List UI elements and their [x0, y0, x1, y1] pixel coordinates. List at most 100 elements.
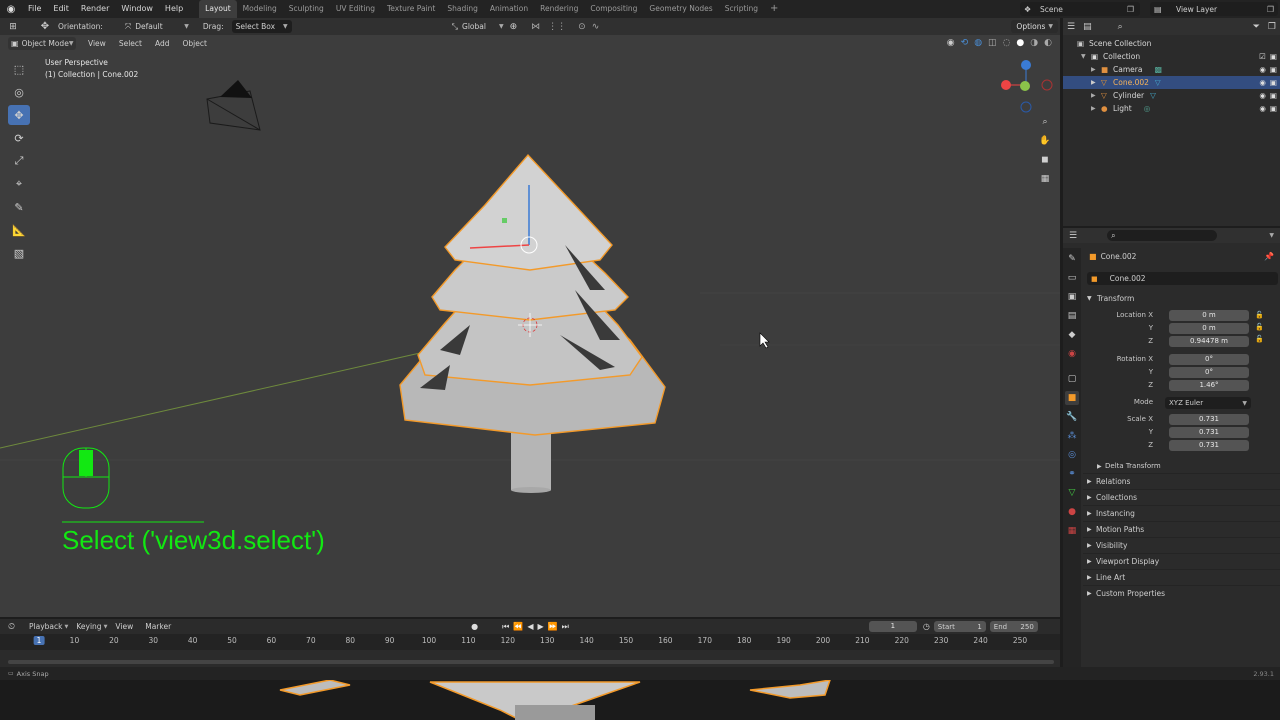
properties-section-header[interactable]: ▶ Viewport Display — [1083, 553, 1280, 569]
properties-section-header[interactable]: ▶ Collections — [1083, 489, 1280, 505]
camera-restrict-icon[interactable]: ▣ — [1270, 104, 1277, 113]
tab-geometry-nodes[interactable]: Geometry Nodes — [643, 0, 718, 18]
falloff-icon[interactable]: ∿ — [592, 22, 600, 32]
editor-type-icon[interactable]: ⊞ — [4, 22, 22, 32]
editor-type-icon[interactable]: ☰ — [1067, 22, 1075, 32]
select-box-tool-icon[interactable]: ⬚ — [8, 59, 30, 79]
pivot-icon[interactable]: ⊕ — [510, 22, 518, 32]
editor-type-icon[interactable]: ☰ — [1069, 231, 1077, 241]
tab-animation[interactable]: Animation — [484, 0, 534, 18]
drag-dropdown[interactable]: Select Box ▼ — [231, 20, 292, 33]
lock-icon[interactable]: 🔓 — [1255, 311, 1264, 319]
tab-shading[interactable]: Shading — [441, 0, 483, 18]
clock-icon[interactable]: ◷ — [923, 622, 930, 631]
outliner-collection[interactable]: ▼ ▣ Collection ☑ ▣ — [1063, 50, 1280, 63]
texture-tab-icon[interactable]: ▦ — [1065, 524, 1079, 538]
current-frame-marker[interactable]: 1 — [33, 636, 45, 645]
view-layer-tab-icon[interactable]: ▤ — [1065, 309, 1079, 323]
object-mode-dropdown[interactable]: ▣ Object Mode ▼ — [8, 36, 76, 50]
outliner-item-cylinder[interactable]: ▶ ▽ Cylinder ▽ ◉ ▣ — [1063, 89, 1280, 102]
add-cube-tool-icon[interactable]: ▧ — [8, 243, 30, 263]
eye-icon[interactable]: ◉ — [1259, 65, 1266, 74]
view-layer-selector[interactable]: ▤ View Layer ❐ — [1150, 2, 1278, 16]
prev-keyframe-icon[interactable]: ⏪ — [513, 622, 523, 631]
chevron-right-icon[interactable]: ▶ — [1091, 66, 1101, 73]
menu-help[interactable]: Help — [159, 0, 189, 18]
tab-rendering[interactable]: Rendering — [534, 0, 584, 18]
tab-texture-paint[interactable]: Texture Paint — [381, 0, 441, 18]
camera-restrict-icon[interactable]: ▣ — [1270, 52, 1277, 61]
xray-icon[interactable]: ◫ — [988, 38, 997, 48]
tool-tab-icon[interactable]: ✎ — [1065, 252, 1079, 266]
rotation-y-field[interactable]: 0° — [1169, 367, 1249, 378]
viewport-menu-view[interactable]: View — [88, 39, 106, 48]
visibility-filter-icon[interactable]: ◉ — [947, 38, 955, 48]
menu-edit[interactable]: Edit — [47, 0, 75, 18]
options-dropdown[interactable]: Options ▼ — [1011, 20, 1058, 33]
display-mode-icon[interactable]: ▤ — [1083, 22, 1092, 32]
location-z-field[interactable]: 0.94478 m — [1169, 336, 1249, 347]
chevron-down-icon[interactable]: ▼ — [1269, 232, 1274, 239]
editor-type-icon[interactable]: ⏲ — [8, 622, 15, 632]
eye-icon[interactable]: ◉ — [1259, 104, 1266, 113]
object-datablock-field[interactable]: ■ Cone.002 — [1087, 272, 1278, 285]
constraints-tab-icon[interactable]: ⚭ — [1065, 467, 1079, 481]
material-shading-icon[interactable]: ◑ — [1030, 38, 1038, 48]
chevron-right-icon[interactable]: ▶ — [1091, 92, 1101, 99]
location-y-field[interactable]: 0 m — [1169, 323, 1249, 334]
outliner-item-light[interactable]: ▶ ● Light ◎ ◉ ▣ — [1063, 102, 1280, 115]
timeline-menu-marker[interactable]: Marker — [145, 622, 171, 631]
snap-target-icon[interactable]: ⋮⋮ — [548, 22, 566, 32]
timeline-scrollbar[interactable] — [8, 660, 1054, 664]
properties-section-header[interactable]: ▶ Custom Properties — [1083, 585, 1280, 601]
tab-scripting[interactable]: Scripting — [719, 0, 764, 18]
chevron-right-icon[interactable]: ▶ — [1091, 79, 1101, 86]
properties-section-header[interactable]: ▶ Relations — [1083, 473, 1280, 489]
timeline-menu-keying[interactable]: Keying — [76, 622, 101, 631]
pan-hand-icon[interactable]: ✋ — [1038, 134, 1052, 148]
play-icon[interactable]: ▶ — [537, 622, 543, 631]
tab-layout[interactable]: Layout — [199, 0, 237, 18]
viewport-menu-select[interactable]: Select — [119, 39, 142, 48]
lock-icon[interactable]: 🔓 — [1255, 335, 1264, 343]
viewport-menu-object[interactable]: Object — [182, 39, 206, 48]
render-tab-icon[interactable]: ▭ — [1065, 271, 1079, 285]
tab-modeling[interactable]: Modeling — [237, 0, 283, 18]
scale-z-field[interactable]: 0.731 — [1169, 440, 1249, 451]
measure-tool-icon[interactable]: 📐 — [8, 220, 30, 240]
scale-y-field[interactable]: 0.731 — [1169, 427, 1249, 438]
end-frame-field[interactable]: End 250 — [989, 621, 1038, 632]
current-frame-field[interactable]: 1 — [868, 621, 917, 632]
data-tab-icon[interactable]: ▽ — [1065, 486, 1079, 500]
proportional-edit-icon[interactable]: ⊙ — [578, 22, 586, 32]
timeline-ruler[interactable]: 1 10 20 30 40 50 60 70 80 90 100 110 120 130 140 150 160… — [0, 634, 1060, 650]
scale-tool-icon[interactable]: ⤢ — [8, 151, 30, 171]
physics-tab-icon[interactable]: ◎ — [1065, 448, 1079, 462]
menu-file[interactable]: File — [22, 0, 47, 18]
particles-tab-icon[interactable]: ⁂ — [1065, 429, 1079, 443]
menu-render[interactable]: Render — [75, 0, 115, 18]
camera-restrict-icon[interactable]: ▣ — [1270, 65, 1277, 74]
timeline-menu-playback[interactable]: Playback — [29, 622, 62, 631]
rotation-mode-dropdown[interactable]: XYZ Euler ▼ — [1165, 397, 1251, 409]
chevron-right-icon[interactable]: ▶ — [1091, 105, 1101, 112]
orientation-dropdown[interactable]: ⤧ Default ▼ — [125, 20, 189, 33]
tab-sculpting[interactable]: Sculpting — [283, 0, 330, 18]
record-icon[interactable]: ● — [471, 622, 478, 631]
eye-icon[interactable]: ◉ — [1259, 78, 1266, 87]
tab-compositing[interactable]: Compositing — [584, 0, 643, 18]
material-tab-icon[interactable]: ● — [1065, 505, 1079, 519]
camera-restrict-icon[interactable]: ▣ — [1270, 78, 1277, 87]
modifier-tab-icon[interactable]: 🔧 — [1065, 410, 1079, 424]
cursor-tool-icon[interactable]: ◎ — [8, 82, 30, 102]
annotate-tool-icon[interactable]: ✎ — [8, 197, 30, 217]
properties-section-header[interactable]: ▶ Instancing — [1083, 505, 1280, 521]
outliner-item-camera[interactable]: ▶ ■ Camera ▩ ◉ ▣ — [1063, 63, 1280, 76]
tab-uv-editing[interactable]: UV Editing — [330, 0, 381, 18]
scene-tab-icon[interactable]: ◆ — [1065, 328, 1079, 342]
transform-panel-header[interactable]: ▼ Transform — [1083, 291, 1280, 305]
lock-icon[interactable]: 🔓 — [1255, 323, 1264, 331]
outliner-scene-collection[interactable]: ▣ Scene Collection — [1063, 37, 1280, 50]
camera-view-icon[interactable]: ◼ — [1038, 153, 1052, 167]
transform-orientation-dropdown[interactable]: ⤡ Global ▼ — [452, 20, 504, 33]
